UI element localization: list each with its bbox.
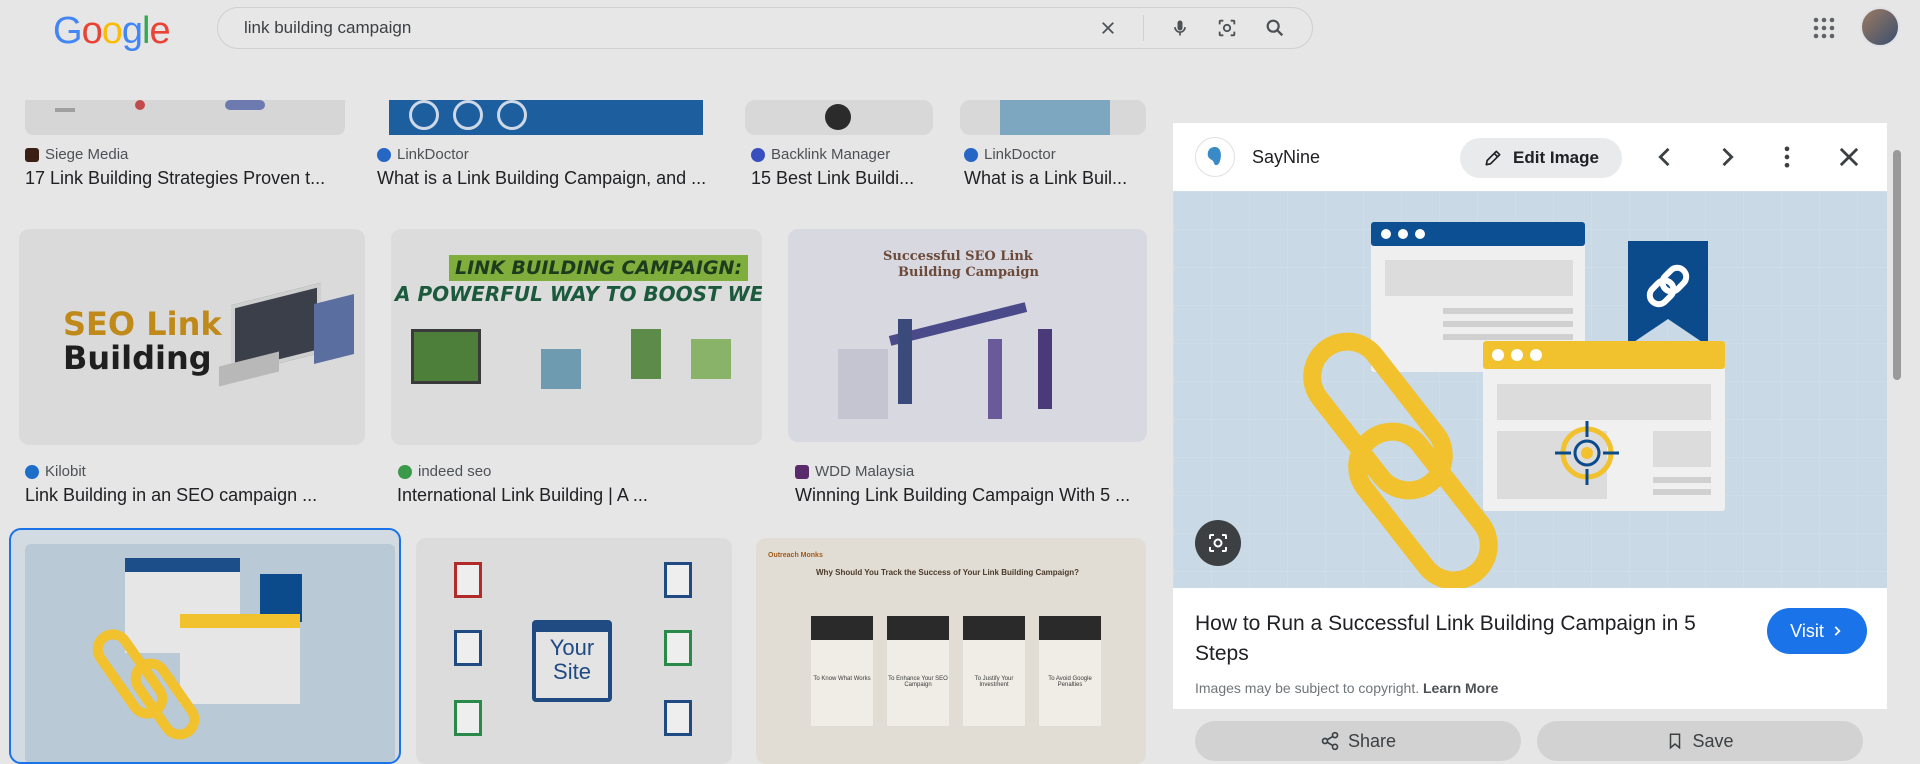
site-favicon	[377, 147, 391, 162]
result-title[interactable]: Link Building in an SEO campaign ...	[25, 485, 355, 506]
preview-image[interactable]	[1173, 191, 1887, 588]
share-icon	[1321, 731, 1339, 751]
header: Google link building campaign	[0, 0, 1920, 60]
result-title[interactable]: Winning Link Building Campaign With 5 ..…	[795, 485, 1145, 506]
site-favicon	[25, 147, 39, 162]
result-title[interactable]: 17 Link Building Strategies Proven t...	[25, 168, 345, 189]
bookmark-icon	[1670, 733, 1681, 750]
result-source: Siege Media	[25, 146, 128, 163]
preview-title[interactable]: How to Run a Successful Link Building Ca…	[1195, 609, 1755, 669]
result-image[interactable]: Your Site	[416, 538, 732, 764]
apps-icon[interactable]	[1812, 16, 1836, 40]
result-image[interactable]: Outreach Monks Why Should You Track the …	[756, 538, 1146, 764]
image-text: Outreach Monks	[768, 552, 823, 559]
save-button[interactable]: Save	[1537, 721, 1863, 761]
image-text: Successful SEO Link	[883, 249, 1033, 264]
result-image[interactable]	[745, 100, 933, 135]
site-name[interactable]: SayNine	[1252, 147, 1320, 168]
result-title[interactable]: What is a Link Buil...	[964, 168, 1139, 189]
result-image[interactable]	[960, 100, 1146, 135]
search-input[interactable]: link building campaign	[244, 18, 1099, 38]
scrollbar-thumb[interactable]	[1893, 150, 1901, 380]
result-image[interactable]	[389, 100, 703, 135]
result-title[interactable]: 15 Best Link Buildi...	[751, 168, 921, 189]
close-icon[interactable]	[1835, 143, 1863, 171]
image-text: To Enhance Your SEO Campaign	[887, 616, 949, 726]
image-text: SEO Link	[63, 305, 222, 343]
more-vert-icon[interactable]	[1773, 143, 1801, 171]
chevron-left-icon[interactable]	[1651, 143, 1679, 171]
result-source: LinkDoctor	[964, 146, 1056, 163]
site-favicon	[795, 464, 809, 479]
share-button[interactable]: Share	[1195, 721, 1521, 761]
clear-icon[interactable]	[1099, 19, 1117, 37]
image-text: To Avoid Google Penalties	[1039, 616, 1101, 726]
visit-button[interactable]: Visit	[1767, 608, 1867, 654]
chevron-right-icon	[1834, 626, 1841, 636]
learn-more-link[interactable]: Learn More	[1423, 680, 1498, 696]
image-text: To Know What Works	[811, 616, 873, 726]
search-icon[interactable]	[1264, 17, 1286, 39]
site-favicon	[25, 464, 39, 479]
result-image[interactable]: SEO Link Building	[19, 229, 365, 445]
image-text: Building Campaign	[898, 265, 1039, 280]
chevron-right-icon[interactable]	[1713, 143, 1741, 171]
lens-icon	[1209, 534, 1227, 552]
result-title[interactable]: What is a Link Building Campaign, and ..…	[377, 168, 717, 189]
result-image-selected[interactable]	[9, 528, 401, 764]
result-source: WDD Malaysia	[795, 463, 914, 480]
lens-icon[interactable]	[1216, 17, 1238, 39]
result-source: indeed seo	[398, 463, 491, 480]
lens-search-button[interactable]	[1195, 520, 1241, 566]
result-source: Backlink Manager	[751, 146, 890, 163]
result-title[interactable]: International Link Building | A ...	[397, 485, 727, 506]
panel-toolbar: SayNine Edit Image	[1173, 123, 1887, 191]
result-image[interactable]	[25, 100, 345, 135]
search-box[interactable]: link building campaign	[217, 7, 1313, 49]
result-source: LinkDoctor	[377, 146, 469, 163]
site-favicon	[751, 147, 765, 162]
edit-image-button[interactable]: Edit Image	[1460, 138, 1622, 178]
image-text: Why Should You Track the Success of Your…	[816, 568, 1079, 577]
avatar[interactable]	[1860, 7, 1900, 47]
site-favicon	[964, 147, 978, 162]
result-image[interactable]: LINK BUILDING CAMPAIGN: A POWERFUL WAY T…	[391, 229, 762, 445]
pencil-icon	[1485, 150, 1501, 166]
site-favicon	[398, 464, 412, 479]
image-preview-panel: SayNine Edit Image How to Run a Successf…	[1173, 123, 1887, 709]
image-text: A POWERFUL WAY TO BOOST WEBSITE	[395, 282, 762, 306]
image-text: Building	[63, 339, 212, 377]
diagram-site-box: Your Site	[532, 620, 612, 702]
image-text: LINK BUILDING CAMPAIGN:	[449, 255, 749, 281]
divider	[1143, 15, 1144, 41]
mic-icon[interactable]	[1170, 17, 1190, 39]
copyright-notice: Images may be subject to copyright. Lear…	[1195, 680, 1499, 696]
image-text: To Justify Your Investment	[963, 616, 1025, 726]
link-building-illustration	[1173, 191, 1887, 588]
result-source: Kilobit	[25, 463, 86, 480]
result-image[interactable]: Successful SEO Link Building Campaign	[788, 229, 1147, 442]
site-logo[interactable]	[1195, 137, 1235, 177]
google-logo[interactable]: Google	[53, 10, 171, 53]
